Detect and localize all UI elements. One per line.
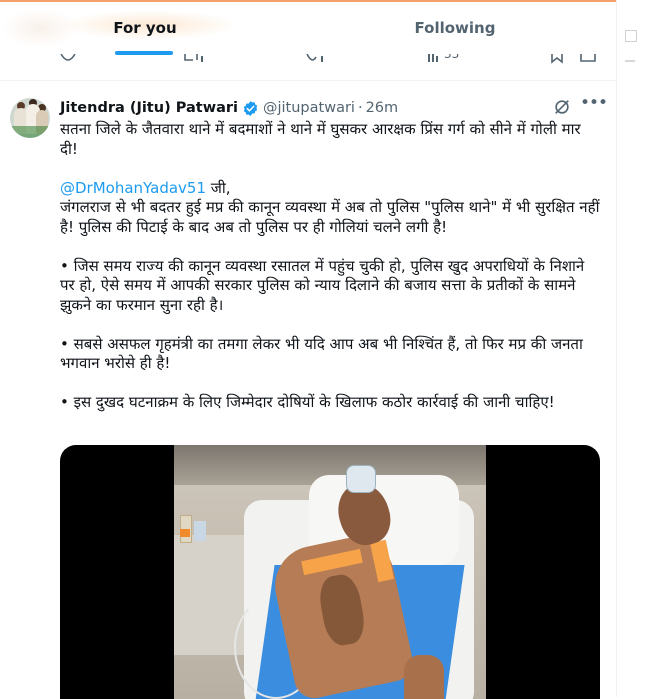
avatar-backdrop xyxy=(10,126,50,138)
tweet-header: Jitendra (Jitu) Patwari @jitupatwari · 2… xyxy=(60,98,398,118)
tweet-bullet: • इस दुखद घटनाक्रम के लिए जिम्मेदार दोषि… xyxy=(60,393,555,411)
tweet-text: सतना जिले के जैतवारा थाने में बदमाशों ने… xyxy=(60,120,600,413)
tab-for-you[interactable]: For you xyxy=(50,2,240,54)
views-count: 33 xyxy=(444,54,460,61)
header-separator: · xyxy=(357,100,363,116)
author-handle[interactable]: @jitupatwari xyxy=(263,100,355,116)
media-photo xyxy=(174,445,486,699)
views-icon xyxy=(428,54,438,62)
tab-for-you-label: For you xyxy=(113,19,177,37)
more-icon[interactable]: ••• xyxy=(580,94,608,116)
timeline-column: For you Following 33 Jitendra (Jitu) Pat… xyxy=(0,2,616,699)
grok-icon[interactable] xyxy=(553,98,571,116)
author-name[interactable]: Jitendra (Jitu) Patwari xyxy=(60,100,238,116)
reply-icon[interactable] xyxy=(60,54,76,64)
tab-following[interactable]: Following xyxy=(360,2,550,54)
bookmark-icon[interactable] xyxy=(550,54,564,64)
tweet-media[interactable] xyxy=(60,445,600,699)
sidebar-fragment xyxy=(625,60,635,62)
timeline-tabs: For you Following xyxy=(0,2,616,55)
verified-badge-icon xyxy=(243,100,258,116)
previous-tweet-actions: 33 xyxy=(0,54,616,81)
mention-link[interactable]: @DrMohanYadav51 xyxy=(60,179,206,197)
share-icon[interactable] xyxy=(580,54,596,64)
tweet-bullet: • सबसे असफल गृहमंत्री का तमगा लेकर भी यद… xyxy=(60,334,583,373)
repost-icon[interactable] xyxy=(183,54,205,64)
like-icon[interactable] xyxy=(306,54,326,64)
sidebar-fragment xyxy=(625,30,637,42)
tweet-paragraph: @DrMohanYadav51 जी, xyxy=(60,179,600,199)
mention-suffix: जी, xyxy=(206,178,231,197)
tweet-paragraph: सतना जिले के जैतवारा थाने में बदमाशों ने… xyxy=(60,120,581,158)
tweet-time[interactable]: 26m xyxy=(366,100,399,116)
tab-following-label: Following xyxy=(414,19,496,37)
right-sidebar-edge xyxy=(616,0,648,697)
tweet-bullet: • जिस समय राज्य की कानून व्यवस्था रसातल … xyxy=(60,256,585,314)
views-group[interactable]: 33 xyxy=(428,54,459,64)
author-avatar[interactable] xyxy=(10,98,50,138)
tweet-paragraph: जंगलराज से भी बदतर हुई मप्र की कानून व्य… xyxy=(60,198,600,236)
